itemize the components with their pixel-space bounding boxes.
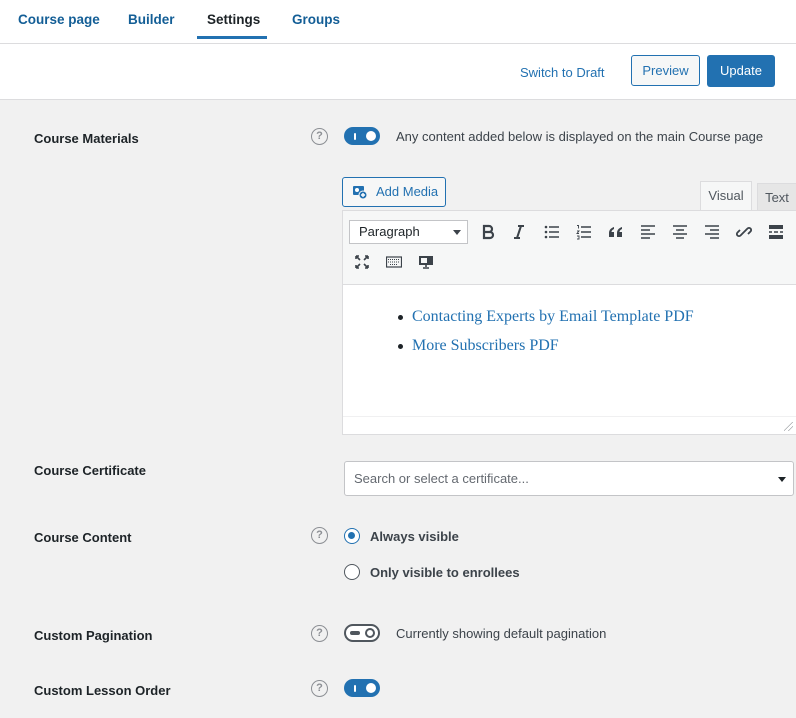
fullscreen-icon[interactable] — [350, 250, 374, 274]
add-media-button[interactable]: Add Media — [342, 177, 446, 207]
top-tab-bar: Course page Builder Settings Groups — [0, 0, 796, 44]
tab-groups[interactable]: Groups — [292, 12, 340, 27]
course-materials-label: Course Materials — [34, 131, 139, 146]
bold-icon[interactable] — [476, 220, 500, 244]
radio-always-visible[interactable] — [344, 528, 360, 544]
chevron-down-icon — [778, 477, 786, 482]
toggle-knob — [366, 683, 376, 693]
align-left-icon[interactable] — [636, 220, 660, 244]
bullet — [398, 344, 403, 349]
active-tab-indicator — [197, 36, 267, 39]
read-more-icon[interactable] — [764, 220, 788, 244]
custom-lesson-order-label: Custom Lesson Order — [34, 683, 171, 698]
custom-lesson-order-toggle[interactable] — [344, 679, 380, 697]
tab-course-page[interactable]: Course page — [18, 12, 100, 27]
toggle-knob — [366, 131, 376, 141]
toggle-knob — [365, 628, 375, 638]
list-item[interactable]: More Subscribers PDF — [398, 337, 559, 355]
question-circle-icon[interactable]: ? — [311, 128, 328, 145]
custom-pagination-hint: Currently showing default pagination — [396, 626, 607, 641]
blockquote-icon[interactable] — [604, 220, 628, 244]
toggle-on-mark — [354, 133, 356, 140]
custom-pagination-label: Custom Pagination — [34, 628, 153, 643]
tab-builder[interactable]: Builder — [128, 12, 175, 27]
toggle-on-mark — [354, 685, 356, 692]
toggle-off-mark — [350, 631, 360, 635]
material-link[interactable]: More Subscribers PDF — [412, 337, 559, 354]
certificate-select-placeholder: Search or select a certificate... — [354, 471, 529, 486]
radio-always-visible-label[interactable]: Always visible — [370, 529, 459, 544]
add-media-icon — [353, 186, 368, 200]
course-content-label: Course Content — [34, 530, 132, 545]
switch-to-draft-link[interactable]: Switch to Draft — [520, 65, 605, 80]
format-select-value: Paragraph — [359, 224, 420, 239]
course-materials-hint: Any content added below is displayed on … — [396, 129, 764, 144]
question-circle-icon[interactable]: ? — [311, 680, 328, 697]
resize-handle-icon[interactable] — [784, 422, 793, 431]
numbered-list-icon[interactable] — [572, 220, 596, 244]
update-button[interactable]: Update — [707, 55, 775, 87]
monitor-icon[interactable] — [414, 250, 438, 274]
align-center-icon[interactable] — [668, 220, 692, 244]
preview-button[interactable]: Preview — [631, 55, 700, 86]
add-media-label: Add Media — [376, 184, 439, 199]
keyboard-icon[interactable] — [382, 250, 406, 274]
list-item[interactable]: Contacting Experts by Email Template PDF — [398, 308, 694, 326]
editor-toolbar: Paragraph — [343, 211, 796, 285]
italic-icon[interactable] — [507, 220, 531, 244]
align-right-icon[interactable] — [700, 220, 724, 244]
editor-content[interactable]: Contacting Experts by Email Template PDF… — [343, 285, 796, 417]
course-certificate-label: Course Certificate — [34, 463, 146, 478]
bullet — [398, 315, 403, 320]
bulleted-list-icon[interactable] — [540, 220, 564, 244]
radio-only-enrollees[interactable] — [344, 564, 360, 580]
action-bar: Switch to Draft Preview Update — [0, 44, 796, 100]
chevron-down-icon — [453, 230, 461, 235]
custom-pagination-toggle[interactable] — [344, 624, 380, 642]
radio-only-enrollees-label[interactable]: Only visible to enrollees — [370, 565, 520, 580]
material-link[interactable]: Contacting Experts by Email Template PDF — [412, 308, 694, 325]
question-circle-icon[interactable]: ? — [311, 625, 328, 642]
tab-text[interactable]: Text — [757, 183, 796, 211]
content-editor: Paragraph Contacting Experts by Email Te… — [342, 210, 796, 435]
tab-visual[interactable]: Visual — [700, 181, 752, 211]
certificate-select[interactable]: Search or select a certificate... — [344, 461, 794, 496]
link-icon[interactable] — [732, 220, 756, 244]
editor-statusbar — [343, 416, 796, 434]
tab-settings[interactable]: Settings — [207, 12, 260, 27]
course-materials-toggle[interactable] — [344, 127, 380, 145]
format-select[interactable]: Paragraph — [349, 220, 468, 244]
question-circle-icon[interactable]: ? — [311, 527, 328, 544]
